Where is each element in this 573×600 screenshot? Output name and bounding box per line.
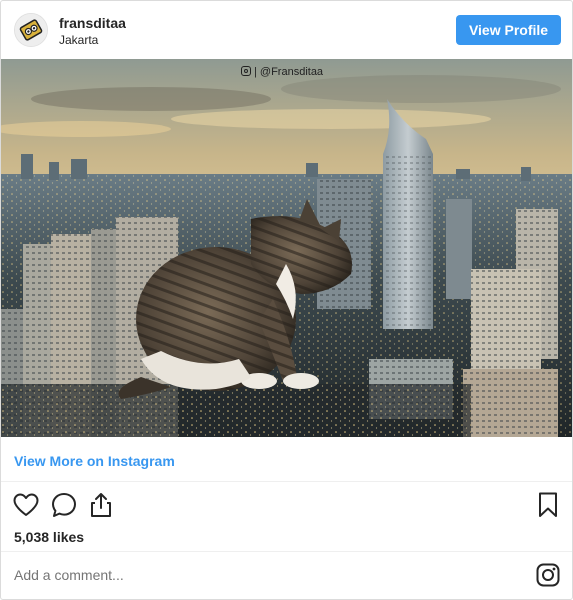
divider (1, 481, 572, 482)
location[interactable]: Jakarta (59, 33, 98, 47)
photo-watermark: | @Fransditaa (241, 63, 323, 81)
bookmark-icon[interactable] (534, 491, 562, 519)
action-bar (1, 491, 572, 521)
likes-count[interactable]: 5,038 likes (14, 529, 84, 545)
watermark-text: | @Fransditaa (254, 66, 324, 78)
username[interactable]: fransditaa (59, 15, 126, 31)
post-header: fransditaa Jakarta View Profile (1, 1, 572, 59)
avatar-image (15, 14, 47, 46)
view-profile-button[interactable]: View Profile (456, 15, 561, 45)
instagram-mini-icon (241, 66, 251, 76)
instagram-icon[interactable] (536, 563, 560, 587)
city-cat-photo (1, 59, 572, 437)
share-icon[interactable] (87, 491, 115, 519)
heart-icon[interactable] (12, 491, 40, 519)
instagram-embed-card: fransditaa Jakarta View Profile | @Frans… (0, 0, 573, 600)
comment-icon[interactable] (50, 491, 78, 519)
divider (1, 551, 572, 552)
view-more-link[interactable]: View More on Instagram (14, 453, 175, 469)
avatar[interactable] (14, 13, 48, 47)
post-photo[interactable]: | @Fransditaa (1, 59, 572, 437)
comment-input[interactable] (14, 567, 514, 583)
